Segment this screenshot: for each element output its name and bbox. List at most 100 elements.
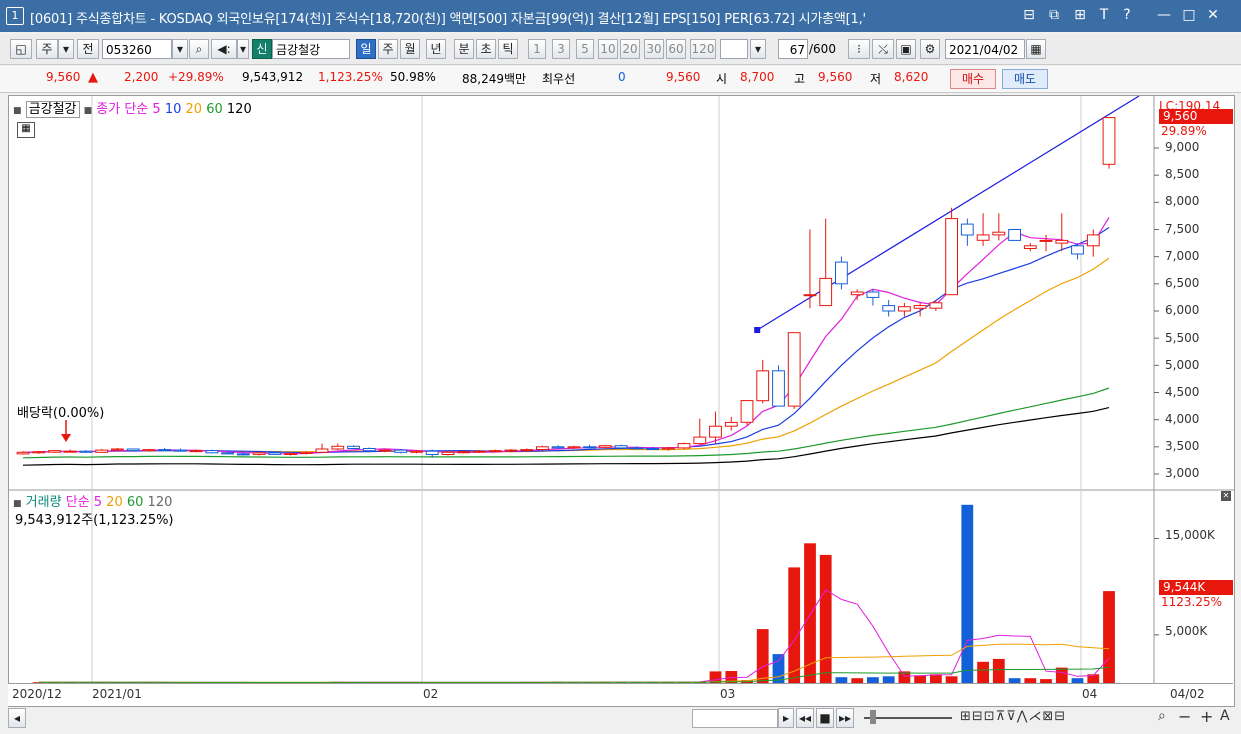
volume-ma-5: 5 [93,495,103,510]
last-percent-tag: 29.89% [1161,124,1207,138]
sound-dropdown-icon[interactable]: ▾ [237,39,249,59]
zoom-in-icon[interactable]: + [1200,707,1213,726]
period-day[interactable]: 일 [356,39,376,59]
candle-body [583,446,597,449]
candle-body [488,450,502,453]
candle-body [992,231,1006,236]
sell-button[interactable]: 매도 [1002,69,1048,89]
chart-menu-icon[interactable]: ◱ [10,39,32,59]
layout-icon[interactable]: ⊟ [1020,7,1038,23]
stock-name-field[interactable]: 금강철강 [272,39,350,59]
help-icon[interactable]: ? [1118,7,1136,23]
candle-body [1023,245,1037,250]
last-volume-tag: 9,544K [1159,580,1233,595]
count-input[interactable]: 67 [778,39,808,59]
dividend-label: 배당락(0.00%) [17,406,105,421]
interval-5[interactable]: 5 [576,39,594,59]
scroll-thumb[interactable] [692,709,778,728]
code-dropdown-icon[interactable]: ▾ [172,39,188,59]
up-arrow-icon: ▲ [88,70,98,85]
period-week[interactable]: 주 [378,39,398,59]
zoom-slider[interactable] [864,717,952,719]
interval-20[interactable]: 20 [620,39,640,59]
font-size-icon[interactable]: A [1220,708,1230,724]
candle-body [598,445,612,448]
save-icon[interactable]: ▣ [896,39,916,59]
magnifier-icon[interactable]: ⌕ [1158,708,1166,724]
volume-bar [772,654,785,683]
scroll-right-icon[interactable]: ▸ [778,708,794,728]
last-price-tag: 9,560 [1159,109,1233,124]
candle-body [284,452,298,455]
interval-60[interactable]: 60 [666,39,686,59]
price-panel-name[interactable]: 금강철강 [25,101,80,118]
volume-bar [882,676,895,683]
maximize-icon[interactable]: □ [1180,7,1198,23]
prev-button[interactable]: 전 [77,39,99,59]
rewind-icon[interactable]: ◂◂ [796,708,814,728]
interval-10[interactable]: 10 [598,39,618,59]
period-year[interactable]: 년 [426,39,446,59]
panel-close-icon[interactable]: ✕ [1221,491,1231,501]
type-button[interactable]: 주 [36,39,58,59]
sound-icon[interactable]: ◀: [211,39,237,59]
price-volume-chart[interactable] [9,96,1234,684]
current-price: 9,560 [46,70,81,84]
candle-body [536,446,549,450]
type-dropdown-icon[interactable]: ▾ [58,39,74,59]
candle-body [504,449,518,452]
volume-ma-60: 60 [126,495,144,510]
period-second[interactable]: 초 [476,39,496,59]
candle-body [646,448,660,450]
close-icon[interactable]: ✕ [1204,7,1222,23]
settings-gear-icon[interactable]: ⚙ [920,39,940,59]
draw-tool-icon[interactable]: ⤯ [872,39,894,59]
high-price: 9,560 [818,70,853,84]
candle-body [95,449,109,453]
new-badge: 신 [252,39,272,59]
link-icon[interactable]: ⊞ [1071,7,1089,23]
candle-body [174,449,187,452]
candle-body [1086,234,1100,247]
zoom-out-icon[interactable]: − [1178,707,1191,726]
scroll-left-icon[interactable]: ◂ [8,708,26,728]
font-icon[interactable]: T [1095,7,1113,23]
candle-body [1055,239,1069,244]
candle-body [740,400,754,423]
buy-button[interactable]: 매수 [950,69,996,89]
candle-icon[interactable]: ⁝ [848,39,870,59]
interval-input[interactable] [720,39,748,59]
window-number-badge[interactable]: 1 [6,7,24,25]
period-month[interactable]: 월 [400,39,420,59]
candle-body [48,450,61,453]
interval-30[interactable]: 30 [644,39,664,59]
minimize-icon[interactable]: — [1155,7,1173,23]
price-change: 2,200 [124,70,159,84]
candle-body [16,451,30,455]
forward-icon[interactable]: ▸▸ [836,708,854,728]
interval-dropdown-icon[interactable]: ▾ [750,39,766,59]
period-tick[interactable]: 틱 [498,39,518,59]
period-minute[interactable]: 분 [454,39,474,59]
date-input[interactable]: 2021/04/02 [945,39,1025,59]
candle-body [661,447,675,450]
interval-3[interactable]: 3 [552,39,570,59]
interval-1[interactable]: 1 [528,39,546,59]
candle-body [79,450,93,453]
x-label-04: 04 [1082,687,1098,701]
drawing-tools-icons[interactable]: ⊞⊟⊡⊼⊽⋀⋌⊠⊟ [960,709,1066,724]
stop-icon[interactable]: ■ [816,708,834,728]
y-label-6500: 6,500 [1165,276,1200,290]
candle-body [378,449,392,452]
x-label-03: 03 [720,687,736,701]
search-icon[interactable]: ⌕ [189,39,209,59]
candle-body [803,294,817,297]
interval-120[interactable]: 120 [690,39,716,59]
code-input[interactable]: 053260 [102,39,172,59]
duplicate-window-icon[interactable]: ⧉ [1045,7,1063,23]
chart-area[interactable]: ■ 금강철강 ■ 종가 단순 5 10 20 60 120 ▦ 배당락(0.00… [8,95,1235,707]
candle-body [1071,245,1084,255]
zoom-slider-handle[interactable] [870,710,876,724]
calendar-icon[interactable]: ▦ [1026,39,1046,59]
table-grid-icon[interactable]: ▦ [17,122,35,138]
